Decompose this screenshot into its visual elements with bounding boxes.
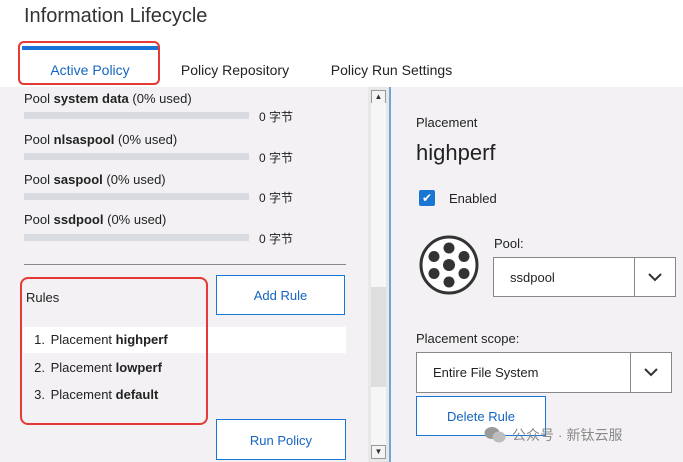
divider	[24, 264, 346, 265]
tab-policy-run-settings[interactable]: Policy Run Settings	[320, 40, 463, 86]
disk-pool-icon	[419, 235, 479, 295]
scrollbar-thumb[interactable]	[371, 287, 386, 387]
pool-usage-bar	[24, 112, 249, 119]
scrollbar-track[interactable]	[371, 103, 386, 445]
pool-name: ssdpool	[53, 212, 104, 227]
chevron-down-icon[interactable]	[634, 258, 675, 296]
pool-prefix: Pool	[24, 91, 54, 106]
pool-prefix: Pool	[24, 172, 54, 187]
pool-bytes: 0 字节	[259, 110, 294, 124]
pool-prefix: Pool	[24, 132, 54, 147]
tab-highlight-annotation	[18, 41, 160, 85]
watermark-text: 公众号 · 新钛云服	[512, 427, 623, 443]
pool-label: Pool system data (0% used)	[24, 91, 192, 106]
scope-select[interactable]: Entire File System	[416, 352, 672, 393]
pool-usage-bar	[24, 193, 249, 200]
rules-highlight-annotation	[20, 277, 208, 425]
pool-bytes: 0 字节	[259, 232, 294, 246]
rule-type-label: Placement	[416, 115, 478, 130]
chat-logo-icon	[484, 427, 506, 443]
page-title: Information Lifecycle	[24, 5, 208, 27]
watermark: 公众号 · 新钛云服	[484, 425, 622, 445]
pool-name: nlsaspool	[53, 132, 115, 147]
pool-label: Pool ssdpool (0% used)	[24, 212, 166, 227]
pool-usage: (0% used)	[107, 212, 167, 227]
pool-usage: (0% used)	[132, 91, 192, 106]
scope-field-label: Placement scope:	[416, 331, 520, 346]
add-rule-button[interactable]: Add Rule	[216, 275, 345, 315]
pool-select-value: ssdpool	[510, 269, 555, 285]
tab-policy-repository[interactable]: Policy Repository	[165, 40, 305, 86]
rule-name-heading: highperf	[416, 140, 496, 165]
scope-select-value: Entire File System	[433, 365, 539, 380]
pool-label: Pool nlsaspool (0% used)	[24, 132, 177, 147]
left-panel-scrollbar[interactable]: ▲ ▼	[368, 87, 390, 462]
pool-usage-bar	[24, 153, 249, 160]
arrow-up-icon[interactable]: ▲	[371, 90, 386, 104]
checkmark-icon: ✔	[421, 191, 433, 205]
pool-field-label: Pool:	[494, 236, 524, 251]
pool-label: Pool saspool (0% used)	[24, 172, 166, 187]
arrow-down-icon[interactable]: ▼	[371, 445, 386, 459]
pool-prefix: Pool	[24, 212, 54, 227]
pool-bytes: 0 字节	[259, 191, 294, 205]
pool-select[interactable]: ssdpool	[493, 257, 676, 297]
enabled-label: Enabled	[449, 191, 497, 206]
pool-bytes: 0 字节	[259, 151, 294, 165]
run-policy-button[interactable]: Run Policy	[216, 419, 346, 460]
pool-usage: (0% used)	[106, 172, 166, 187]
chevron-down-icon[interactable]	[630, 353, 671, 392]
pool-usage: (0% used)	[117, 132, 178, 147]
enabled-checkbox[interactable]: ✔	[419, 190, 435, 206]
pool-usage-bar	[24, 234, 249, 241]
pool-name: saspool	[53, 172, 103, 187]
pool-name: system data	[53, 91, 129, 106]
